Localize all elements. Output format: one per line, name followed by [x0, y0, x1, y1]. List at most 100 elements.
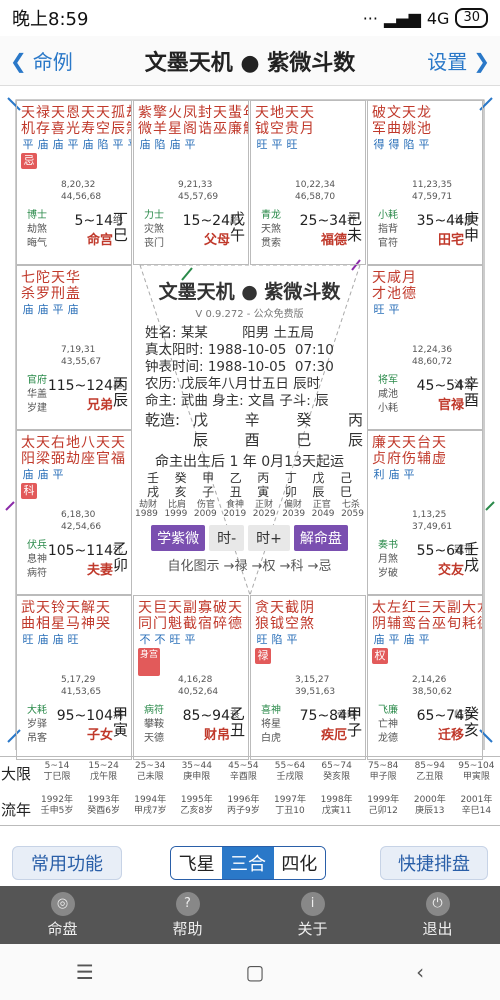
- annual-cell[interactable]: 1992年 壬申5岁: [34, 795, 80, 817]
- sihua-tag: 忌: [21, 153, 37, 169]
- annual-cell[interactable]: 1999年 己卯12: [360, 795, 406, 817]
- palace-cell-mao[interactable]: 太阳庙天梁庙右弼平地劫 八座 天官 天福科 6,18,30 42,54,66 死伏兵 息神 病符…: [16, 430, 132, 595]
- decade-table: 大限 流年 5~14 丁巳限 15~24 戊午限 25~34 己未限 35~44 庚申限 45~…: [0, 756, 500, 826]
- annual-cell[interactable]: 2000年 庚辰13: [407, 795, 453, 817]
- star-brightness: 旺: [22, 633, 34, 646]
- common-functions-button[interactable]: 常用功能: [12, 846, 122, 880]
- star-spirit-2: 天煞: [261, 224, 281, 235]
- mode-tab[interactable]: 四化: [273, 847, 325, 879]
- decade-row-label: 大限: [0, 765, 31, 783]
- more-icon: ···: [362, 8, 378, 28]
- palace-cell-shen[interactable]: 破军得文曲得天姚陷龙池平 11,23,35 47,59,71 长生 小耗 指背 官符 35~4…: [367, 100, 483, 265]
- time-minus-button[interactable]: 时-: [209, 525, 245, 551]
- palace-cell-xu[interactable]: 廉贞利天府庙天伤平台辅 天虚 1,13,25 37,49,61 冠带 奏书 月煞 岁破 55~6…: [367, 430, 483, 595]
- palace-cell-you[interactable]: 天才旺咸池平月德 12,24,36 48,60,72 沐浴 将军 咸池 小耗 45~54 官禄辛…: [367, 265, 483, 430]
- tab-exit[interactable]: ⏻ 退出: [375, 886, 500, 944]
- star-column: 八座: [81, 435, 95, 483]
- decade-cell[interactable]: 75~84 甲子限: [360, 761, 406, 783]
- control-bar: 常用功能 飞星 三合 四化 快捷排盘: [0, 840, 500, 886]
- tab-chart[interactable]: ◎ 命盘: [0, 886, 125, 944]
- decade-limit: 105~114: [47, 543, 113, 559]
- palace-cell-zi[interactable]: 贪狼旺天钺陷截空平阴煞禄 3,15,27 39,51,63 帝旺 喜神 将星 白虎 75~84…: [250, 595, 366, 760]
- decade-cell[interactable]: 65~74 癸亥限: [314, 761, 360, 783]
- star-column: 孤辰平: [111, 105, 125, 153]
- cell-line-2: 己卯12: [368, 806, 398, 816]
- star-column: 太阴庙: [372, 600, 386, 648]
- cell-line-1: 1995年: [180, 795, 213, 805]
- explain-chart-button[interactable]: 解命盘: [293, 525, 348, 551]
- decade-cell[interactable]: 35~44 庚申限: [174, 761, 220, 783]
- star-column: 天刑平: [51, 270, 65, 318]
- annual-cell[interactable]: 1996年 丙子9岁: [220, 795, 266, 817]
- star-brightness: 庙: [139, 138, 151, 151]
- star-brightness: 旺: [256, 633, 268, 646]
- cell-line-1: 1992年: [41, 795, 73, 805]
- mode-tab[interactable]: 飞星: [171, 847, 223, 879]
- star-column: 武曲旺: [21, 600, 35, 648]
- annual-cell[interactable]: 1998年 戊寅11: [314, 795, 360, 817]
- annual-cell[interactable]: 2001年 辛巳14: [453, 795, 499, 817]
- star-name: 天寿: [81, 105, 95, 137]
- year-numbers: 2,14,26 38,50,62: [412, 675, 453, 697]
- annual-row-label: 流年: [0, 801, 31, 819]
- star-brightness: 平: [112, 138, 124, 151]
- star-column: 天府庙: [387, 435, 401, 483]
- decade-cell[interactable]: 85~94 乙丑限: [407, 761, 453, 783]
- palace-cell-wu[interactable]: 紫微庙擎羊陷火星庙凤阁平封诰天巫蜚廉年解9,21,3345,57,69胎力士灾煞…: [133, 100, 249, 265]
- tab-help[interactable]: ? 帮助: [125, 886, 250, 944]
- chart-mode-switch: 飞星 三合 四化: [170, 846, 326, 880]
- star-column: 天月: [300, 105, 314, 153]
- star-column: 巨门不: [153, 600, 167, 648]
- star-name: 天福: [111, 435, 125, 467]
- decade-cell[interactable]: 45~54 辛酉限: [220, 761, 266, 783]
- palace-cell-chen[interactable]: 七杀庙陀罗庙天刑平华盖庙 7,19,31 43,55,67 墓官府 华盖 岁建 115~12…: [16, 265, 132, 430]
- decade-cell[interactable]: 15~24 戊午限: [81, 761, 127, 783]
- star-name: 天伤: [402, 435, 416, 467]
- star-column: 龙德: [477, 600, 482, 648]
- star-spirit-2: 亡神: [378, 719, 398, 730]
- star-name: 武曲: [21, 600, 35, 632]
- tab-info[interactable]: i 关于: [250, 886, 375, 944]
- star-brightness: 庙: [37, 303, 49, 316]
- back-button[interactable]: ❮ 命例: [0, 46, 83, 75]
- palace-name: 交友: [437, 563, 464, 578]
- quick-chart-button[interactable]: 快捷排盘: [380, 846, 488, 880]
- annual-cell[interactable]: 1995年 乙亥8岁: [174, 795, 220, 817]
- settings-button[interactable]: 设置 ❯: [417, 46, 500, 75]
- star-name: 蜚廉: [228, 105, 242, 137]
- decade-cell[interactable]: 55~64 壬戌限: [267, 761, 313, 783]
- palace-cell-si[interactable]: 天机平禄存庙天喜庙恩光平天寿庙天空陷孤辰平劫煞平忌8,20,3244,56,68…: [16, 100, 132, 265]
- star-name: 地空: [270, 105, 284, 137]
- annual-cell[interactable]: 1993年 癸酉6岁: [81, 795, 127, 817]
- annual-cell[interactable]: 1997年 丁丑10: [267, 795, 313, 817]
- star-list: 贪狼旺天钺陷截空平阴煞: [255, 600, 314, 648]
- home-icon[interactable]: ▢: [246, 960, 265, 984]
- menu-icon[interactable]: ☰: [76, 960, 94, 984]
- learn-ziwei-button[interactable]: 学紫微: [151, 525, 206, 551]
- star-spirit-1: 将军: [378, 375, 398, 386]
- star-column: 截空平: [285, 600, 299, 648]
- cell-line-1: 95~104: [458, 761, 495, 771]
- star-column: 廉贞利: [372, 435, 386, 483]
- star-name: 地劫: [66, 435, 80, 467]
- star-column: 天喜庙: [51, 105, 65, 153]
- decade-cell[interactable]: 95~104 甲寅限: [453, 761, 499, 783]
- star-brightness: 陷: [97, 138, 109, 151]
- time-plus-button[interactable]: 时+: [248, 525, 290, 551]
- palace-cell-wei[interactable]: 天钺旺地空平天贵旺天月 10,22,34 46,58,70 养青龙 天煞 贯索 25~34 福…: [250, 100, 366, 265]
- palace-cell-hai[interactable]: 太阴庙左辅平红鸾庙三台平天巫副旬大耗龙德权2,14,2638,50,62临官飞廉…: [367, 595, 483, 760]
- mode-tab[interactable]: 三合: [222, 847, 274, 879]
- decade-cell[interactable]: 25~34 己未限: [127, 761, 173, 783]
- star-name: 天钺: [270, 600, 284, 632]
- annual-cell[interactable]: 1994年 甲戌7岁: [127, 795, 173, 817]
- star-name: 截空: [285, 600, 299, 632]
- sihua-arrow-right: [485, 501, 495, 511]
- star-column: 地空平: [270, 105, 284, 153]
- year-numbers: 3,15,27 39,51,63: [295, 675, 336, 697]
- palace-cell-yin[interactable]: 武曲旺天相庙铃星庙天马旺解神 天哭 5,17,29 41,53,65 病大耗 岁驿 吊客 95…: [16, 595, 132, 760]
- star-spirit-3: 岁破: [378, 568, 398, 579]
- sihua-arrow-left: [5, 501, 15, 511]
- decade-cell[interactable]: 5~14 丁巳限: [34, 761, 80, 783]
- back-icon[interactable]: ‹: [416, 960, 424, 984]
- palace-cell-chou[interactable]: 天同不巨门不天魁旺副截平寡宿 破碎 天德 身宫 4,16,28 40,52,64 衰病符 攀鞍…: [133, 595, 249, 760]
